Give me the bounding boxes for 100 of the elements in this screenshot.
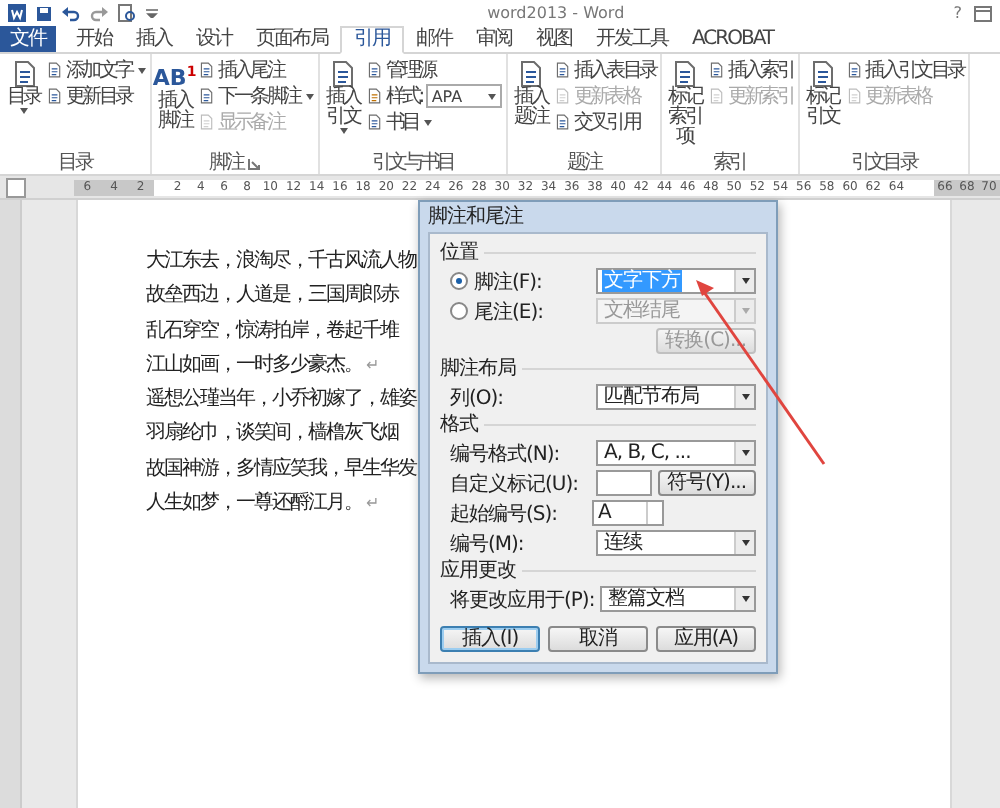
help-button[interactable]: ? — [953, 4, 962, 22]
document-icon — [328, 60, 357, 88]
text-line: 羽扇纶巾，谈笑间，樯橹灰飞烟 — [146, 422, 398, 445]
text-line: 故国神游，多情应笑我，早生华发 — [146, 457, 416, 480]
field-label: 编号格式(N): — [450, 441, 562, 467]
dialog-button[interactable]: 取消 — [548, 626, 648, 652]
symbol-button[interactable]: 符号(Y)... — [657, 470, 756, 496]
dropdown-field: 文档结尾 — [596, 298, 756, 324]
ribbon-button[interactable]: 管理源 — [365, 58, 502, 82]
paragraph-mark: ↵ — [366, 355, 378, 374]
text-line: 故垒西边，人道是，三国周郎赤 — [146, 284, 398, 307]
document-icon — [9, 60, 37, 88]
caret-icon — [305, 93, 314, 99]
document-icon — [553, 88, 570, 104]
large-ribbon-button[interactable]: 插入引文 — [323, 58, 362, 152]
dialog-title: 脚注和尾注 — [428, 203, 526, 232]
ribbon-button[interactable]: 插入索引 — [707, 58, 794, 82]
group-label: 引文目录 — [850, 152, 917, 174]
ribbon-button[interactable]: 插入表目录 — [553, 58, 656, 82]
document-icon — [197, 114, 214, 130]
ribbon-tab[interactable]: 引用 — [340, 26, 404, 54]
undo-icon[interactable] — [62, 5, 80, 21]
footnote-symbol: AB$^{1}$ — [152, 62, 197, 92]
ribbon-button[interactable]: 添加文字 — [46, 58, 146, 82]
caret-icon — [424, 119, 433, 125]
large-ribbon-button[interactable]: 插入题注 — [511, 58, 550, 152]
group-label: 索引 — [713, 152, 746, 174]
document-icon — [365, 114, 382, 130]
ribbon-display-icon[interactable] — [974, 5, 992, 21]
document-icon — [516, 60, 545, 88]
ribbon-button[interactable]: 插入引文目录 — [845, 58, 964, 82]
section-heading: 格式 — [440, 412, 478, 438]
document-icon — [46, 88, 62, 104]
ribbon-tab[interactable]: 文件 — [0, 26, 56, 52]
ribbon-button[interactable]: 交叉引用 — [553, 110, 656, 134]
text-line: 遥想公瑾当年，小乔初嫁了，雄姿 — [146, 388, 416, 411]
group-label: 脚注 — [209, 152, 243, 174]
group-label: 引文与书目 — [371, 152, 454, 174]
radio-option[interactable]: 脚注(F): — [450, 267, 590, 295]
dialog-launcher-icon[interactable] — [248, 157, 261, 169]
ribbon-button[interactable]: 插入尾注 — [197, 58, 314, 82]
ribbon-tab[interactable]: 邮件 — [404, 26, 464, 52]
input-field[interactable] — [595, 470, 652, 496]
large-ribbon-button[interactable]: 标记引文 — [803, 58, 842, 152]
style-label: 样式: — [385, 83, 422, 110]
document-icon — [707, 62, 724, 78]
paragraph-mark: ↵ — [366, 494, 378, 513]
option-label: 尾注(E): — [474, 299, 543, 325]
dropdown-field[interactable]: 匹配节布局 — [596, 384, 756, 410]
caret-icon — [487, 93, 496, 99]
ribbon-tab[interactable]: 开始 — [64, 26, 124, 52]
ribbon-button[interactable]: 更新目录 — [46, 84, 146, 108]
customize-icon[interactable] — [146, 8, 158, 18]
dialog-button[interactable]: 应用(A) — [656, 626, 756, 652]
ribbon-tab[interactable]: 页面布局 — [244, 26, 340, 52]
document-icon — [197, 62, 214, 78]
large-ribbon-button[interactable]: AB$^{1}$ 插入脚注 — [155, 58, 194, 152]
save-icon[interactable] — [36, 5, 52, 21]
dialog-button[interactable]: 插入(I) — [440, 626, 540, 652]
field-label: 起始编号(S): — [450, 501, 560, 527]
section-heading: 位置 — [440, 240, 478, 266]
radio-button[interactable] — [450, 272, 468, 290]
tab-selector[interactable] — [6, 177, 26, 197]
ribbon-tab[interactable]: 开发工具 — [584, 26, 680, 52]
style-icon — [365, 88, 382, 104]
print-preview-icon[interactable] — [118, 4, 136, 22]
option-label: 脚注(F): — [474, 269, 542, 295]
ribbon-tab[interactable]: 设计 — [184, 26, 244, 52]
ribbon-tab[interactable]: 视图 — [524, 26, 584, 52]
document-icon — [197, 88, 214, 104]
dropdown-field[interactable]: A, B, C, ... — [596, 440, 756, 466]
document-icon — [808, 60, 837, 88]
document-icon — [845, 88, 862, 104]
large-ribbon-button[interactable]: 标记索引项 — [665, 58, 704, 152]
window-title: word2013 - Word — [485, 4, 627, 22]
ribbon-button[interactable]: 书目 — [365, 110, 502, 134]
group-label: 目录 — [58, 152, 92, 174]
ribbon-tab[interactable]: ACROBAT — [680, 26, 785, 52]
dropdown-field[interactable]: 连续 — [596, 530, 756, 556]
document-icon — [365, 62, 382, 78]
field-label: 编号(M): — [450, 531, 526, 557]
document-icon — [46, 62, 62, 78]
document-icon — [553, 114, 570, 130]
field-label: 将更改应用于(P): — [450, 587, 595, 613]
document-icon — [707, 88, 724, 104]
section-heading: 脚注布局 — [440, 356, 516, 382]
text-line: 人生如梦，一尊还酹江月。 — [146, 492, 362, 515]
document-icon — [670, 60, 699, 88]
dropdown-field[interactable]: 整篇文档 — [600, 586, 756, 612]
text-line: 乱石穿空，惊涛拍岸，卷起千堆 — [146, 319, 398, 342]
field-label: 列(O): — [450, 385, 506, 411]
ribbon-tab[interactable]: 审阅 — [464, 26, 524, 52]
spin-field[interactable]: A — [592, 500, 664, 526]
large-ribbon-button[interactable]: 目录 — [4, 58, 42, 152]
caret-icon — [339, 128, 348, 134]
ribbon-button[interactable]: 下一条脚注 — [197, 84, 314, 108]
redo-icon[interactable] — [90, 5, 108, 21]
ribbon-tab[interactable]: 插入 — [124, 26, 184, 52]
text-line: 大江东去，浪淘尽，千古风流人物 — [146, 250, 416, 272]
style-dropdown[interactable]: APA — [425, 84, 502, 108]
